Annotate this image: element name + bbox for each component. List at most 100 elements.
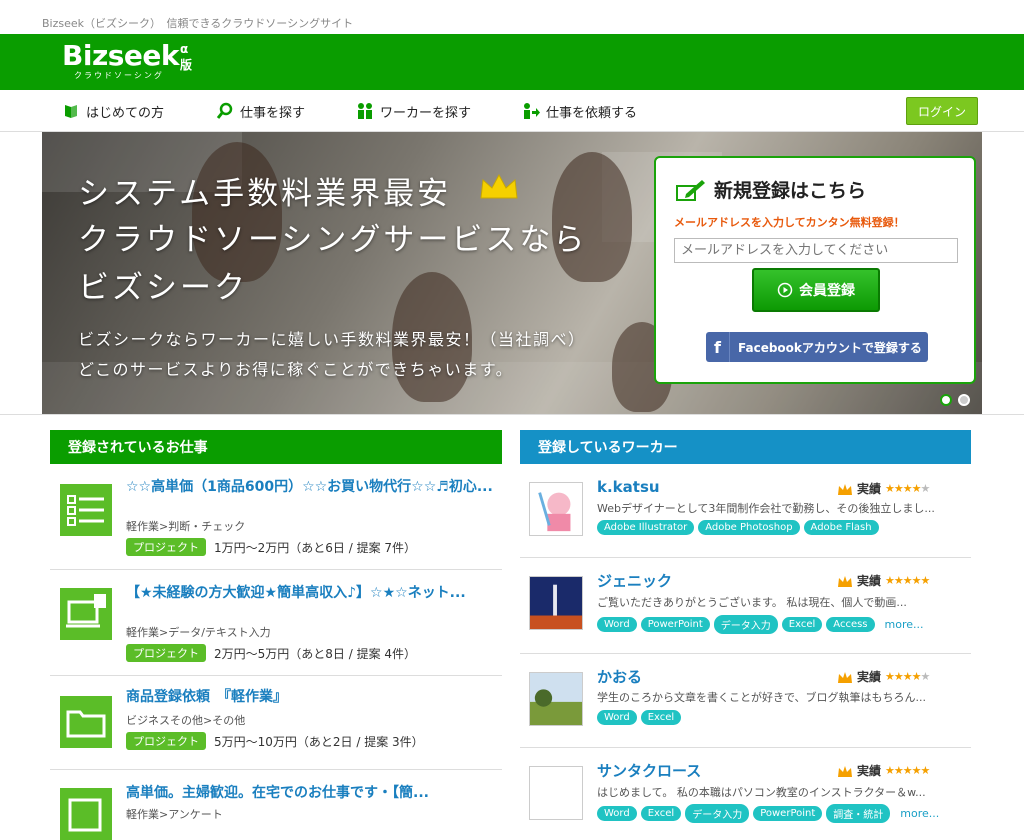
nav-item-find-workers[interactable]: ワーカーを探す [356, 90, 471, 132]
rating-label: 実績 [857, 482, 882, 496]
job-budget: 1万円〜2万円（あと6日 / 提案 7件） [214, 540, 417, 555]
person-arrow-icon [524, 103, 540, 119]
worker-description: Webデザイナーとして3年間制作会社で勤務し、その後独立しまし... [597, 502, 935, 515]
worker-item[interactable]: かおる 実績 ★★★★★ 学生のころから文章を書くことが好きで、ブログ執筆はもち… [520, 654, 971, 748]
hero-headline-3: ビズシーク [78, 270, 248, 306]
facebook-signup-button[interactable]: f Facebookアカウントで登録する [706, 332, 928, 362]
worker-description: はじめまして。 私の本職はパソコン教室のインストラクター＆w... [597, 786, 926, 799]
job-meta: プロジェクト 5万円〜10万円（あと2日 / 提案 3件） [126, 732, 424, 750]
skill-tag[interactable]: Excel [640, 710, 682, 725]
signup-button[interactable]: 会員登録 [752, 268, 880, 312]
rank-icon [838, 575, 852, 587]
job-item[interactable]: ☆☆高単価（1商品600円）☆☆お買い物代行☆☆♬初心... 軽作業>判断・チェ… [50, 470, 502, 570]
job-category: ビジネスその他>その他 [126, 714, 246, 727]
job-meta: プロジェクト 2万円〜5万円（あと8日 / 提案 4件） [126, 644, 416, 662]
job-category: 軽作業>データ/テキスト入力 [126, 626, 271, 639]
worker-rating: 実績 ★★★★★ [837, 572, 930, 589]
skill-tag[interactable]: データ入力 [713, 615, 778, 634]
skill-tag[interactable]: PowerPoint [640, 617, 710, 632]
worker-name[interactable]: かおる [597, 666, 642, 687]
carousel-dot[interactable] [940, 394, 952, 406]
worker-name[interactable]: ジェニック [597, 570, 672, 591]
skill-tag[interactable]: Word [597, 710, 637, 725]
rank-icon [838, 765, 852, 777]
rank-icon [838, 483, 852, 495]
hero-headline-1: システム手数料業界最安 [78, 176, 452, 212]
email-input[interactable] [674, 238, 958, 263]
skill-tag[interactable]: Access [826, 617, 875, 632]
header-bar: Bizseek α版 クラウドソーシング [0, 34, 1024, 90]
rating-label: 実績 [857, 764, 882, 778]
facebook-button-label: Facebookアカウントで登録する [738, 340, 922, 355]
crown-icon [480, 173, 518, 199]
avatar[interactable] [529, 576, 583, 630]
computer-icon [60, 588, 112, 640]
checklist-icon [60, 484, 112, 536]
worker-skills: Word Excel データ入力 PowerPoint 調査・統計 more..… [597, 804, 939, 823]
rank-icon [838, 671, 852, 683]
job-title[interactable]: ☆☆高単価（1商品600円）☆☆お買い物代行☆☆♬初心... [126, 478, 498, 496]
worker-rating: 実績 ★★★★★ [837, 762, 930, 779]
more-link[interactable]: more... [885, 618, 924, 631]
skill-tag[interactable]: Adobe Flash [803, 520, 879, 535]
avatar[interactable] [529, 672, 583, 726]
skill-tag[interactable]: 調査・統計 [826, 804, 891, 823]
job-title[interactable]: 高単価。主婦歓迎。在宅でのお仕事です・【簡... [126, 784, 498, 802]
job-budget: 5万円〜10万円（あと2日 / 提案 3件） [214, 734, 424, 749]
people-icon [358, 103, 372, 119]
carousel-dots [940, 394, 970, 406]
nav-item-beginners[interactable]: はじめての方 [62, 90, 164, 132]
worker-skills: Word Excel [597, 710, 682, 725]
worker-skills: Adobe Illustrator Adobe Photoshop Adobe … [597, 520, 879, 535]
job-item[interactable]: 商品登録依頼 『軽作業』 ビジネスその他>その他 プロジェクト 5万円〜10万円… [50, 676, 502, 770]
worker-item[interactable]: サンタクロース 実績 ★★★★★ はじめまして。 私の本職はパソコン教室のインス… [520, 748, 971, 823]
project-badge: プロジェクト [126, 644, 206, 662]
job-meta: プロジェクト 1万円〜2万円（あと6日 / 提案 7件） [126, 538, 416, 556]
skill-tag[interactable]: Adobe Illustrator [597, 520, 695, 535]
worker-name[interactable]: サンタクロース [597, 760, 701, 781]
folder-icon [60, 696, 112, 748]
nav-label: 仕事を依頼する [546, 105, 638, 121]
nav-item-find-jobs[interactable]: 仕事を探す [216, 90, 305, 132]
signup-button-label: 会員登録 [799, 283, 855, 299]
carousel-dot[interactable] [958, 394, 970, 406]
project-badge: プロジェクト [126, 732, 206, 750]
hero-headline-2: クラウドソーシングサービスなら [78, 222, 588, 258]
nav-item-post-job[interactable]: 仕事を依頼する [522, 90, 637, 132]
registration-box: 新規登録はこちら メールアドレスを入力してカンタン無料登録！ 会員登録 f Fa… [654, 156, 976, 384]
skill-tag[interactable]: Adobe Photoshop [698, 520, 800, 535]
worker-item[interactable]: ジェニック 実績 ★★★★★ ご覧いただきありがとうございます。 私は現在、個人… [520, 558, 971, 654]
skill-tag[interactable]: Word [597, 617, 637, 632]
worker-item[interactable]: k.katsu 実績 ★★★★★ Webデザイナーとして3年間制作会社で勤務し、… [520, 470, 971, 558]
job-title[interactable]: 商品登録依頼 『軽作業』 [126, 688, 498, 706]
worker-rating: 実績 ★★★★★ [837, 480, 930, 497]
avatar[interactable] [529, 482, 583, 536]
hero-text-1: ビズシークならワーカーに嬉しい手数料業界最安！（当社調べ） [78, 330, 586, 349]
registration-subtitle: メールアドレスを入力してカンタン無料登録！ [674, 216, 905, 229]
registration-title: 新規登録はこちら [676, 176, 866, 203]
login-button[interactable]: ログイン [906, 97, 978, 125]
jobs-heading: 登録されているお仕事 [50, 430, 502, 464]
job-title[interactable]: 【★未経験の方大歓迎★簡単高収入♪】☆★☆ネット... [126, 584, 498, 602]
job-budget: 2万円〜5万円（あと8日 / 提案 4件） [214, 646, 417, 661]
book-icon [65, 105, 77, 118]
job-category: 軽作業>判断・チェック [126, 520, 246, 533]
skill-tag[interactable]: データ入力 [685, 804, 750, 823]
main-nav: はじめての方 仕事を探す ワーカーを探す 仕事を依頼する ログイン [0, 90, 1024, 132]
skill-tag[interactable]: Excel [781, 617, 823, 632]
play-circle-icon [777, 282, 793, 298]
job-category: 軽作業>アンケート [126, 808, 223, 821]
job-item[interactable]: 【★未経験の方大歓迎★簡単高収入♪】☆★☆ネット... 軽作業>データ/テキスト… [50, 570, 502, 676]
project-badge: プロジェクト [126, 538, 206, 556]
site-logo[interactable]: Bizseek α版 クラウドソーシング [62, 42, 192, 81]
hero-text-2: どこのサービスよりお得に稼ぐことができちゃいます。 [78, 360, 514, 379]
avatar[interactable] [529, 766, 583, 820]
job-item[interactable]: 高単価。主婦歓迎。在宅でのお仕事です・【簡... 軽作業>アンケート [50, 770, 502, 840]
search-icon [216, 102, 233, 119]
worker-skills: Word PowerPoint データ入力 Excel Access more.… [597, 615, 924, 634]
edit-icon [60, 788, 112, 840]
more-link[interactable]: more... [900, 807, 939, 820]
worker-name[interactable]: k.katsu [597, 478, 660, 496]
star-rating: ★★★★★ [885, 482, 930, 495]
worker-rating: 実績 ★★★★★ [837, 668, 930, 685]
